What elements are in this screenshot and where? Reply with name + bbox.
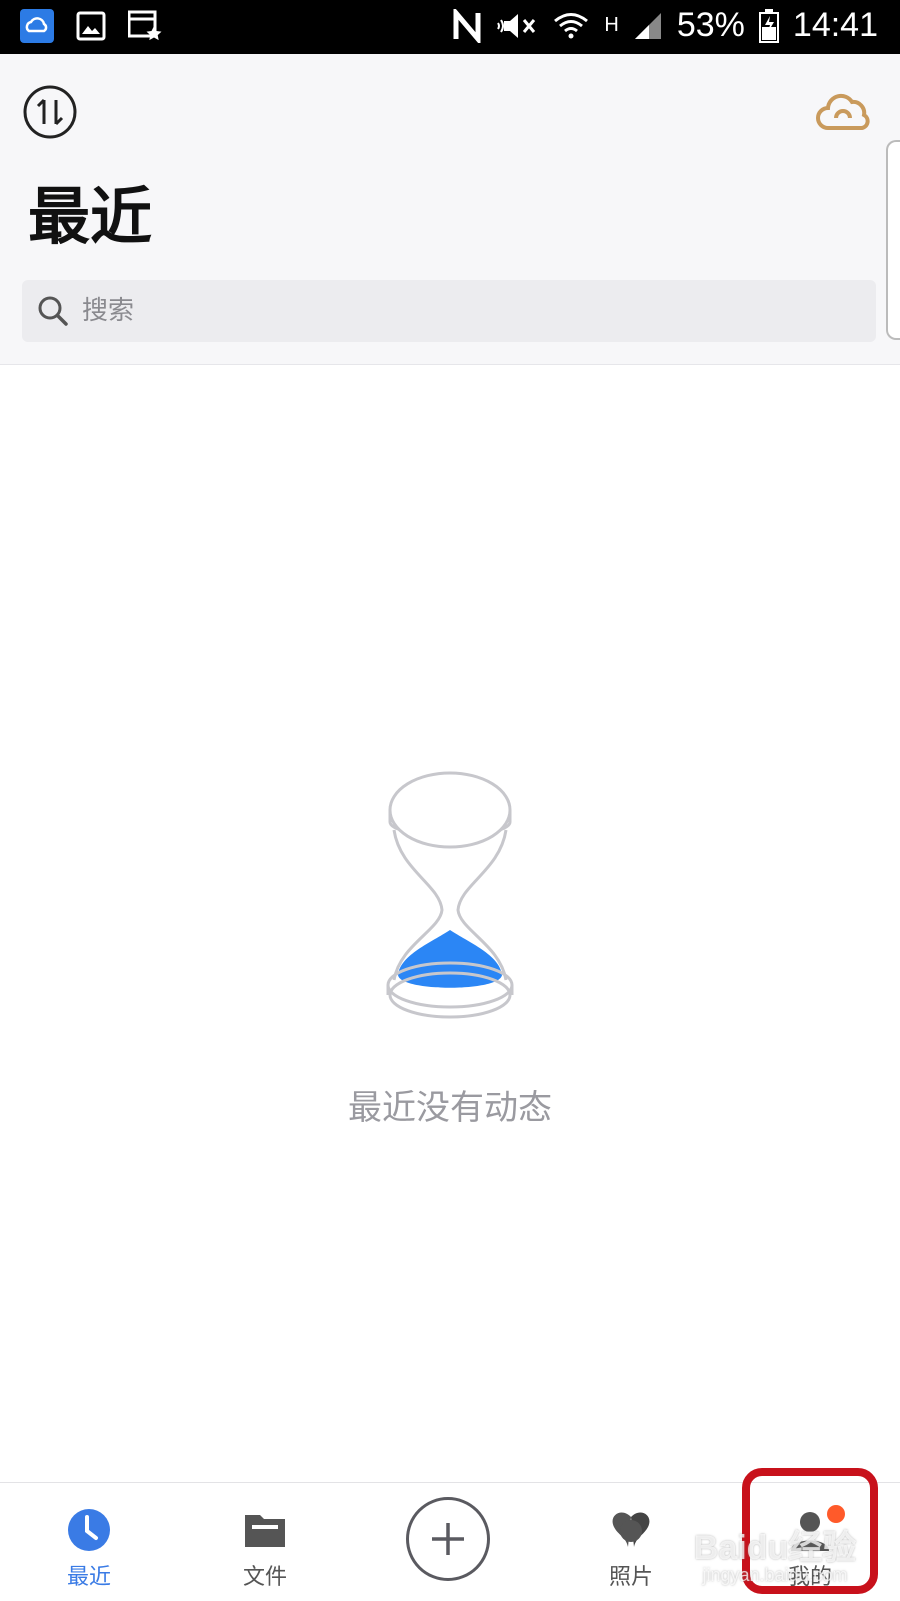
- notification-badge: [827, 1505, 845, 1523]
- signal-icon: [634, 12, 661, 39]
- status-bar-system: H 53% 14:41: [452, 6, 878, 45]
- cloud-button[interactable]: [814, 88, 876, 134]
- status-bar: H 53% 14:41: [0, 0, 900, 54]
- side-drawer-handle[interactable]: [886, 140, 900, 340]
- tab-recent[interactable]: 最近: [24, 1483, 154, 1601]
- tab-mine-label: 我的: [787, 1565, 832, 1590]
- empty-state: 最近没有动态: [0, 770, 900, 1129]
- tab-photos-label: 照片: [608, 1565, 653, 1590]
- calendar-star-icon: [128, 9, 162, 43]
- network-type: H: [604, 14, 619, 36]
- hourglass-icon: [386, 771, 514, 1019]
- gallery-icon: [74, 9, 108, 43]
- cloud-icon: [816, 93, 870, 130]
- empty-state-message: 最近没有动态: [348, 1088, 552, 1128]
- clock-time: 14:41: [792, 6, 878, 44]
- photos-icon: [612, 1512, 650, 1547]
- folder-icon: [245, 1515, 285, 1547]
- tab-mine[interactable]: 我的: [745, 1483, 875, 1601]
- battery-icon: [758, 8, 779, 43]
- add-button[interactable]: [406, 1497, 490, 1581]
- battery-percent: 53%: [676, 6, 745, 44]
- tab-recent-label: 最近: [66, 1565, 111, 1590]
- status-bar-notifications: [20, 9, 162, 43]
- mute-icon: [497, 13, 536, 38]
- bottom-nav: 最近 文件 照片 我的: [0, 1482, 900, 1601]
- tab-files-label: 文件: [242, 1565, 287, 1590]
- tab-photos[interactable]: 照片: [566, 1483, 696, 1601]
- tab-files[interactable]: 文件: [200, 1483, 330, 1601]
- search-input[interactable]: [80, 295, 844, 327]
- nfc-icon: [453, 8, 481, 43]
- search-bar[interactable]: [22, 280, 876, 342]
- plus-icon: [432, 1523, 464, 1555]
- clock-icon: [68, 1509, 110, 1551]
- wifi-icon: [554, 12, 589, 38]
- baidu-cloud-notification-icon: [20, 9, 54, 43]
- search-icon: [38, 296, 68, 326]
- transfer-updown-icon: [23, 85, 77, 139]
- transfer-button[interactable]: [22, 84, 78, 140]
- page-title: 最近: [28, 180, 153, 253]
